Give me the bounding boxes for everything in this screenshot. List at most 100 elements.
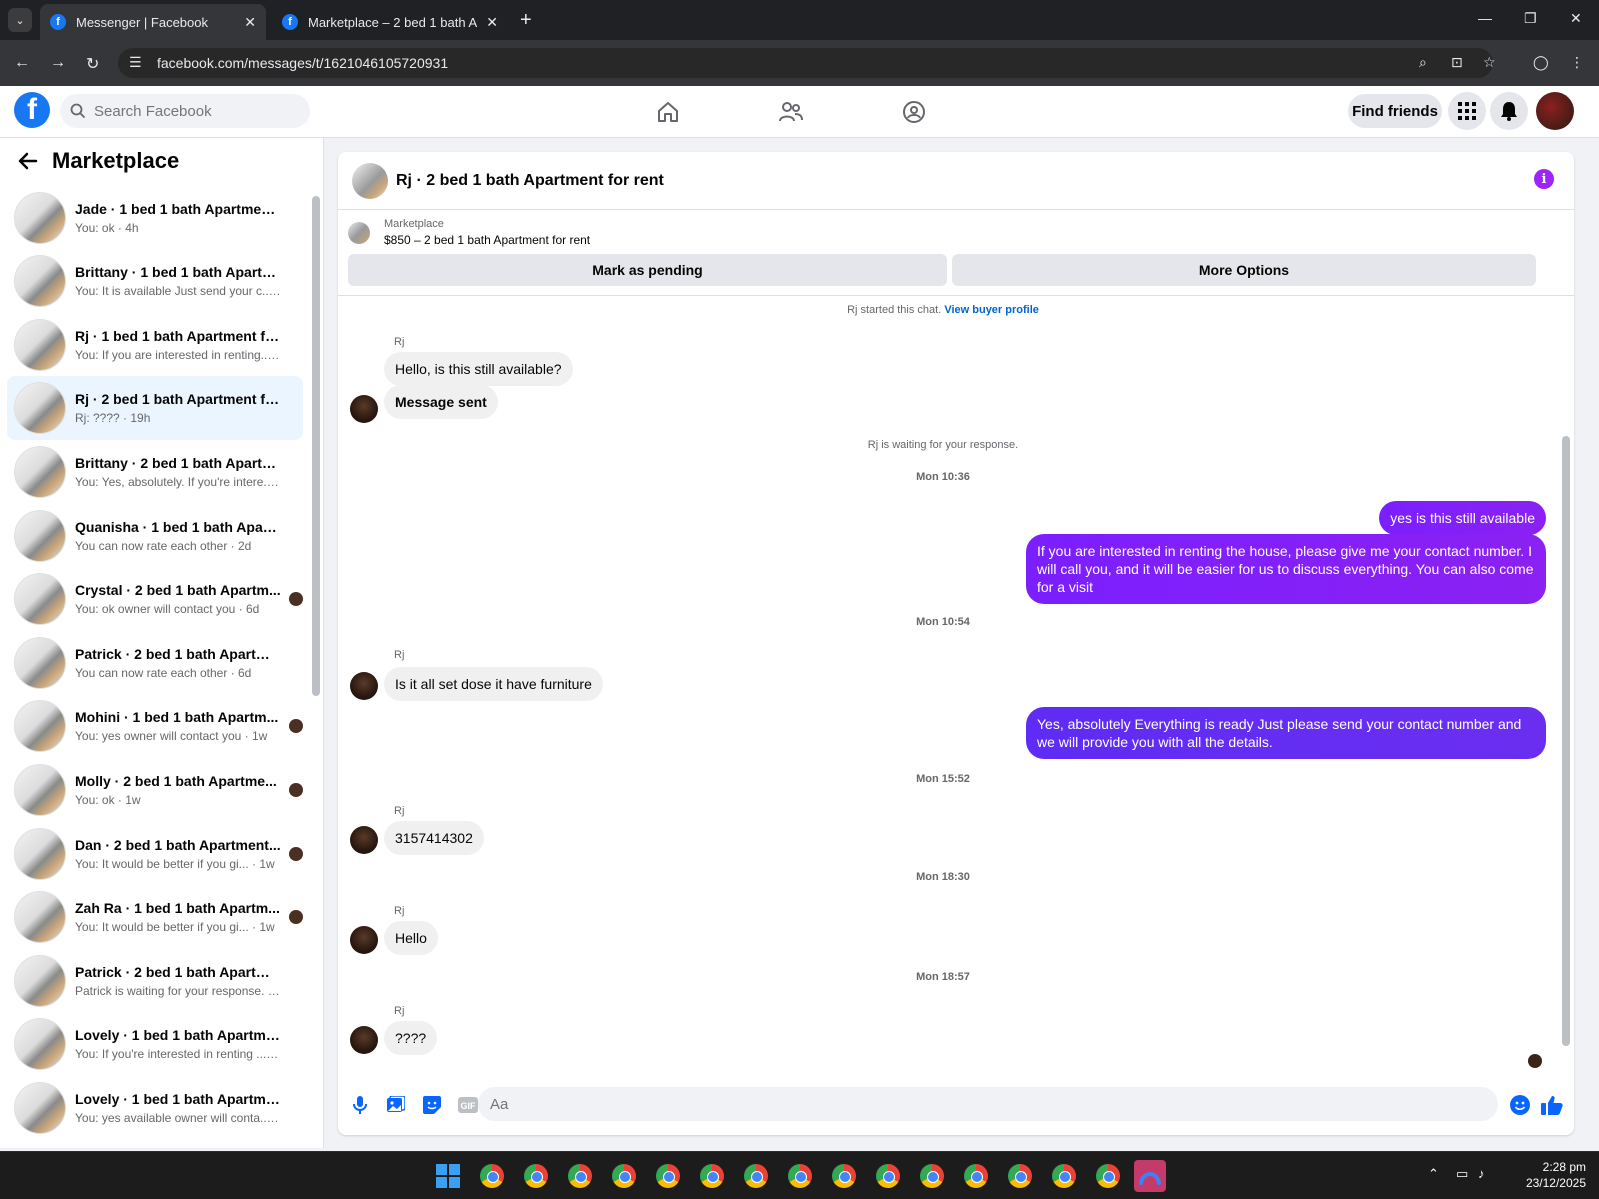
incoming-message[interactable]: Is it all set dose it have furniture [384, 667, 603, 701]
chat-start-text: Rj started this chat. [847, 304, 942, 316]
mark-as-pending-button[interactable]: Mark as pending [348, 254, 947, 286]
network-icon[interactable]: ▭ [1456, 1166, 1468, 1182]
reload-icon[interactable]: ↻ [86, 54, 99, 74]
conversation-item[interactable]: Zah Ra · 1 bed 1 bath Apartm... You: It w… [7, 885, 303, 949]
forward-icon[interactable]: → [50, 54, 66, 72]
view-buyer-profile-link[interactable]: View buyer profile [944, 304, 1039, 316]
incoming-message[interactable]: ???? [384, 1021, 438, 1055]
sender-avatar[interactable] [350, 826, 378, 854]
chat-title[interactable]: Rj · 2 bed 1 bath Apartment for rent [396, 172, 664, 190]
site-info-icon[interactable]: ☰ [129, 54, 142, 71]
taskbar-app-chrome[interactable] [872, 1160, 904, 1192]
conversation-item[interactable]: Dan · 2 bed 1 bath Apartment... You: It w… [7, 822, 303, 886]
tab-messenger[interactable]: f Messenger | Facebook ✕ [40, 4, 266, 40]
sender-avatar[interactable] [350, 926, 378, 954]
taskbar-app-arc[interactable] [1134, 1160, 1166, 1192]
conversation-item[interactable]: Patrick · 2 bed 1 bath Apartment... Patri… [7, 949, 303, 1013]
back-icon[interactable]: ← [14, 54, 30, 72]
conversation-item[interactable]: Patrick · 2 bed 1 bath Apartment... You c… [7, 631, 303, 695]
find-friends-button[interactable]: Find friends [1348, 94, 1442, 128]
sticker-button[interactable] [416, 1089, 448, 1121]
account-avatar[interactable] [1536, 92, 1574, 130]
install-app-icon[interactable]: ⊡ [1451, 54, 1463, 71]
conversation-item[interactable]: Crystal · 2 bed 1 bath Apartm... You: ok … [7, 567, 303, 631]
taskbar-app-chrome[interactable] [960, 1160, 992, 1192]
close-tab-icon[interactable]: ✕ [244, 14, 256, 31]
listing-thumbnail [14, 255, 66, 307]
chat-scrollbar[interactable] [1562, 436, 1570, 1046]
taskbar-app-chrome[interactable] [916, 1160, 948, 1192]
info-icon[interactable]: i [1534, 169, 1554, 189]
taskbar-app-chrome[interactable] [652, 1160, 684, 1192]
start-button[interactable] [432, 1160, 464, 1192]
outgoing-message[interactable]: Yes, absolutely Everything is ready Just… [1026, 707, 1546, 759]
sidebar-scrollbar[interactable] [312, 196, 320, 696]
outgoing-message[interactable]: If you are interested in renting the hou… [1026, 534, 1546, 604]
incoming-message[interactable]: Hello [384, 921, 438, 955]
taskbar-app-chrome[interactable] [608, 1160, 640, 1192]
search-input[interactable] [94, 102, 294, 120]
conversation-name: Crystal · 2 bed 1 bath Apartm... [75, 582, 281, 598]
taskbar-app-chrome[interactable] [564, 1160, 596, 1192]
taskbar-app-chrome[interactable] [476, 1160, 508, 1192]
incoming-message[interactable]: 3157414302 [384, 821, 484, 855]
facebook-logo-icon[interactable]: f [14, 92, 50, 128]
sender-avatar[interactable] [350, 1026, 378, 1054]
incoming-message[interactable]: Message sent [384, 385, 498, 419]
conversation-item[interactable]: Mohini · 1 bed 1 bath Apartm... You: yes … [7, 694, 303, 758]
taskbar-clock[interactable]: 2:28 pm 23/12/2025 [1508, 1151, 1586, 1191]
taskbar-app-chrome[interactable] [520, 1160, 552, 1192]
conversation-item[interactable]: Rj · 1 bed 1 bath Apartment for r... You:… [7, 313, 303, 377]
conversation-item[interactable]: Jade · 1 bed 1 bath Apartment f... You: o… [7, 186, 303, 250]
conversation-item[interactable]: Brittany · 2 bed 1 bath Apartme... You: Y… [7, 440, 303, 504]
bookmark-star-icon[interactable]: ☆ [1483, 54, 1496, 71]
new-tab-button[interactable]: + [520, 8, 532, 32]
emoji-button[interactable] [1504, 1089, 1536, 1121]
conversation-item[interactable]: Quanisha · 1 bed 1 bath Apartm... You can… [7, 504, 303, 568]
listing-summary[interactable]: Marketplace $850 – 2 bed 1 bath Apartmen… [348, 218, 590, 247]
tab-search-button[interactable]: ⌄ [8, 8, 32, 32]
back-arrow-icon[interactable] [18, 152, 38, 170]
taskbar-app-chrome[interactable] [828, 1160, 860, 1192]
groups-tab[interactable] [859, 94, 969, 130]
conversation-item[interactable]: Brittany · 1 bed 1 bath Apartmen... You: … [7, 249, 303, 313]
menu-button[interactable] [1448, 92, 1486, 130]
volume-icon[interactable]: ♪ [1478, 1166, 1485, 1181]
taskbar-app-chrome[interactable] [1048, 1160, 1080, 1192]
voice-clip-button[interactable] [344, 1089, 376, 1121]
taskbar-app-chrome[interactable] [1092, 1160, 1124, 1192]
like-button[interactable] [1536, 1089, 1568, 1121]
taskbar-app-chrome[interactable] [696, 1160, 728, 1192]
home-tab[interactable] [613, 94, 723, 130]
conversation-item[interactable]: Lovely · 1 bed 1 bath Apartment ... You: … [7, 1012, 303, 1076]
tab-marketplace[interactable]: f Marketplace – 2 bed 1 bath Ap ✕ [272, 4, 508, 40]
taskbar-app-chrome[interactable] [784, 1160, 816, 1192]
listing-thumbnail[interactable] [352, 162, 388, 199]
attach-photo-button[interactable] [380, 1089, 412, 1121]
notifications-button[interactable] [1490, 92, 1528, 130]
conversation-item[interactable]: Lovely · 1 bed 1 bath Apartment ... You: … [7, 1076, 303, 1140]
tab-label: Messenger | Facebook [76, 14, 208, 30]
zoom-icon[interactable]: ⌕ [1419, 54, 1427, 71]
chat-panel: Rj · 2 bed 1 bath Apartment for rent i M… [338, 152, 1574, 1135]
taskbar-app-chrome[interactable] [740, 1160, 772, 1192]
sender-avatar[interactable] [350, 395, 378, 423]
restore-button[interactable]: ❐ [1524, 10, 1537, 27]
friends-tab[interactable] [736, 94, 846, 130]
outgoing-message[interactable]: yes is this still available [1379, 501, 1546, 535]
search-box[interactable] [60, 94, 310, 128]
chrome-menu-icon[interactable]: ⋮ [1570, 54, 1584, 71]
conversation-item[interactable]: Molly · 2 bed 1 bath Apartme... You: ok ·… [7, 758, 303, 822]
taskbar-app-chrome[interactable] [1004, 1160, 1036, 1192]
sender-avatar[interactable] [350, 672, 378, 700]
profile-icon[interactable]: ◯ [1533, 54, 1549, 71]
incoming-message[interactable]: Hello, is this still available? [384, 352, 573, 386]
url-text[interactable]: facebook.com/messages/t/1621046105720931 [157, 55, 448, 71]
close-window-button[interactable]: ✕ [1570, 10, 1582, 27]
more-options-button[interactable]: More Options [952, 254, 1536, 286]
message-input[interactable] [478, 1087, 1498, 1121]
close-tab-icon[interactable]: ✕ [486, 14, 498, 31]
show-hidden-icons[interactable]: ⌃ [1428, 1166, 1439, 1182]
minimize-button[interactable]: — [1478, 10, 1492, 26]
conversation-item[interactable]: Rj · 2 bed 1 bath Apartment for ... Rj: ?… [7, 376, 303, 440]
